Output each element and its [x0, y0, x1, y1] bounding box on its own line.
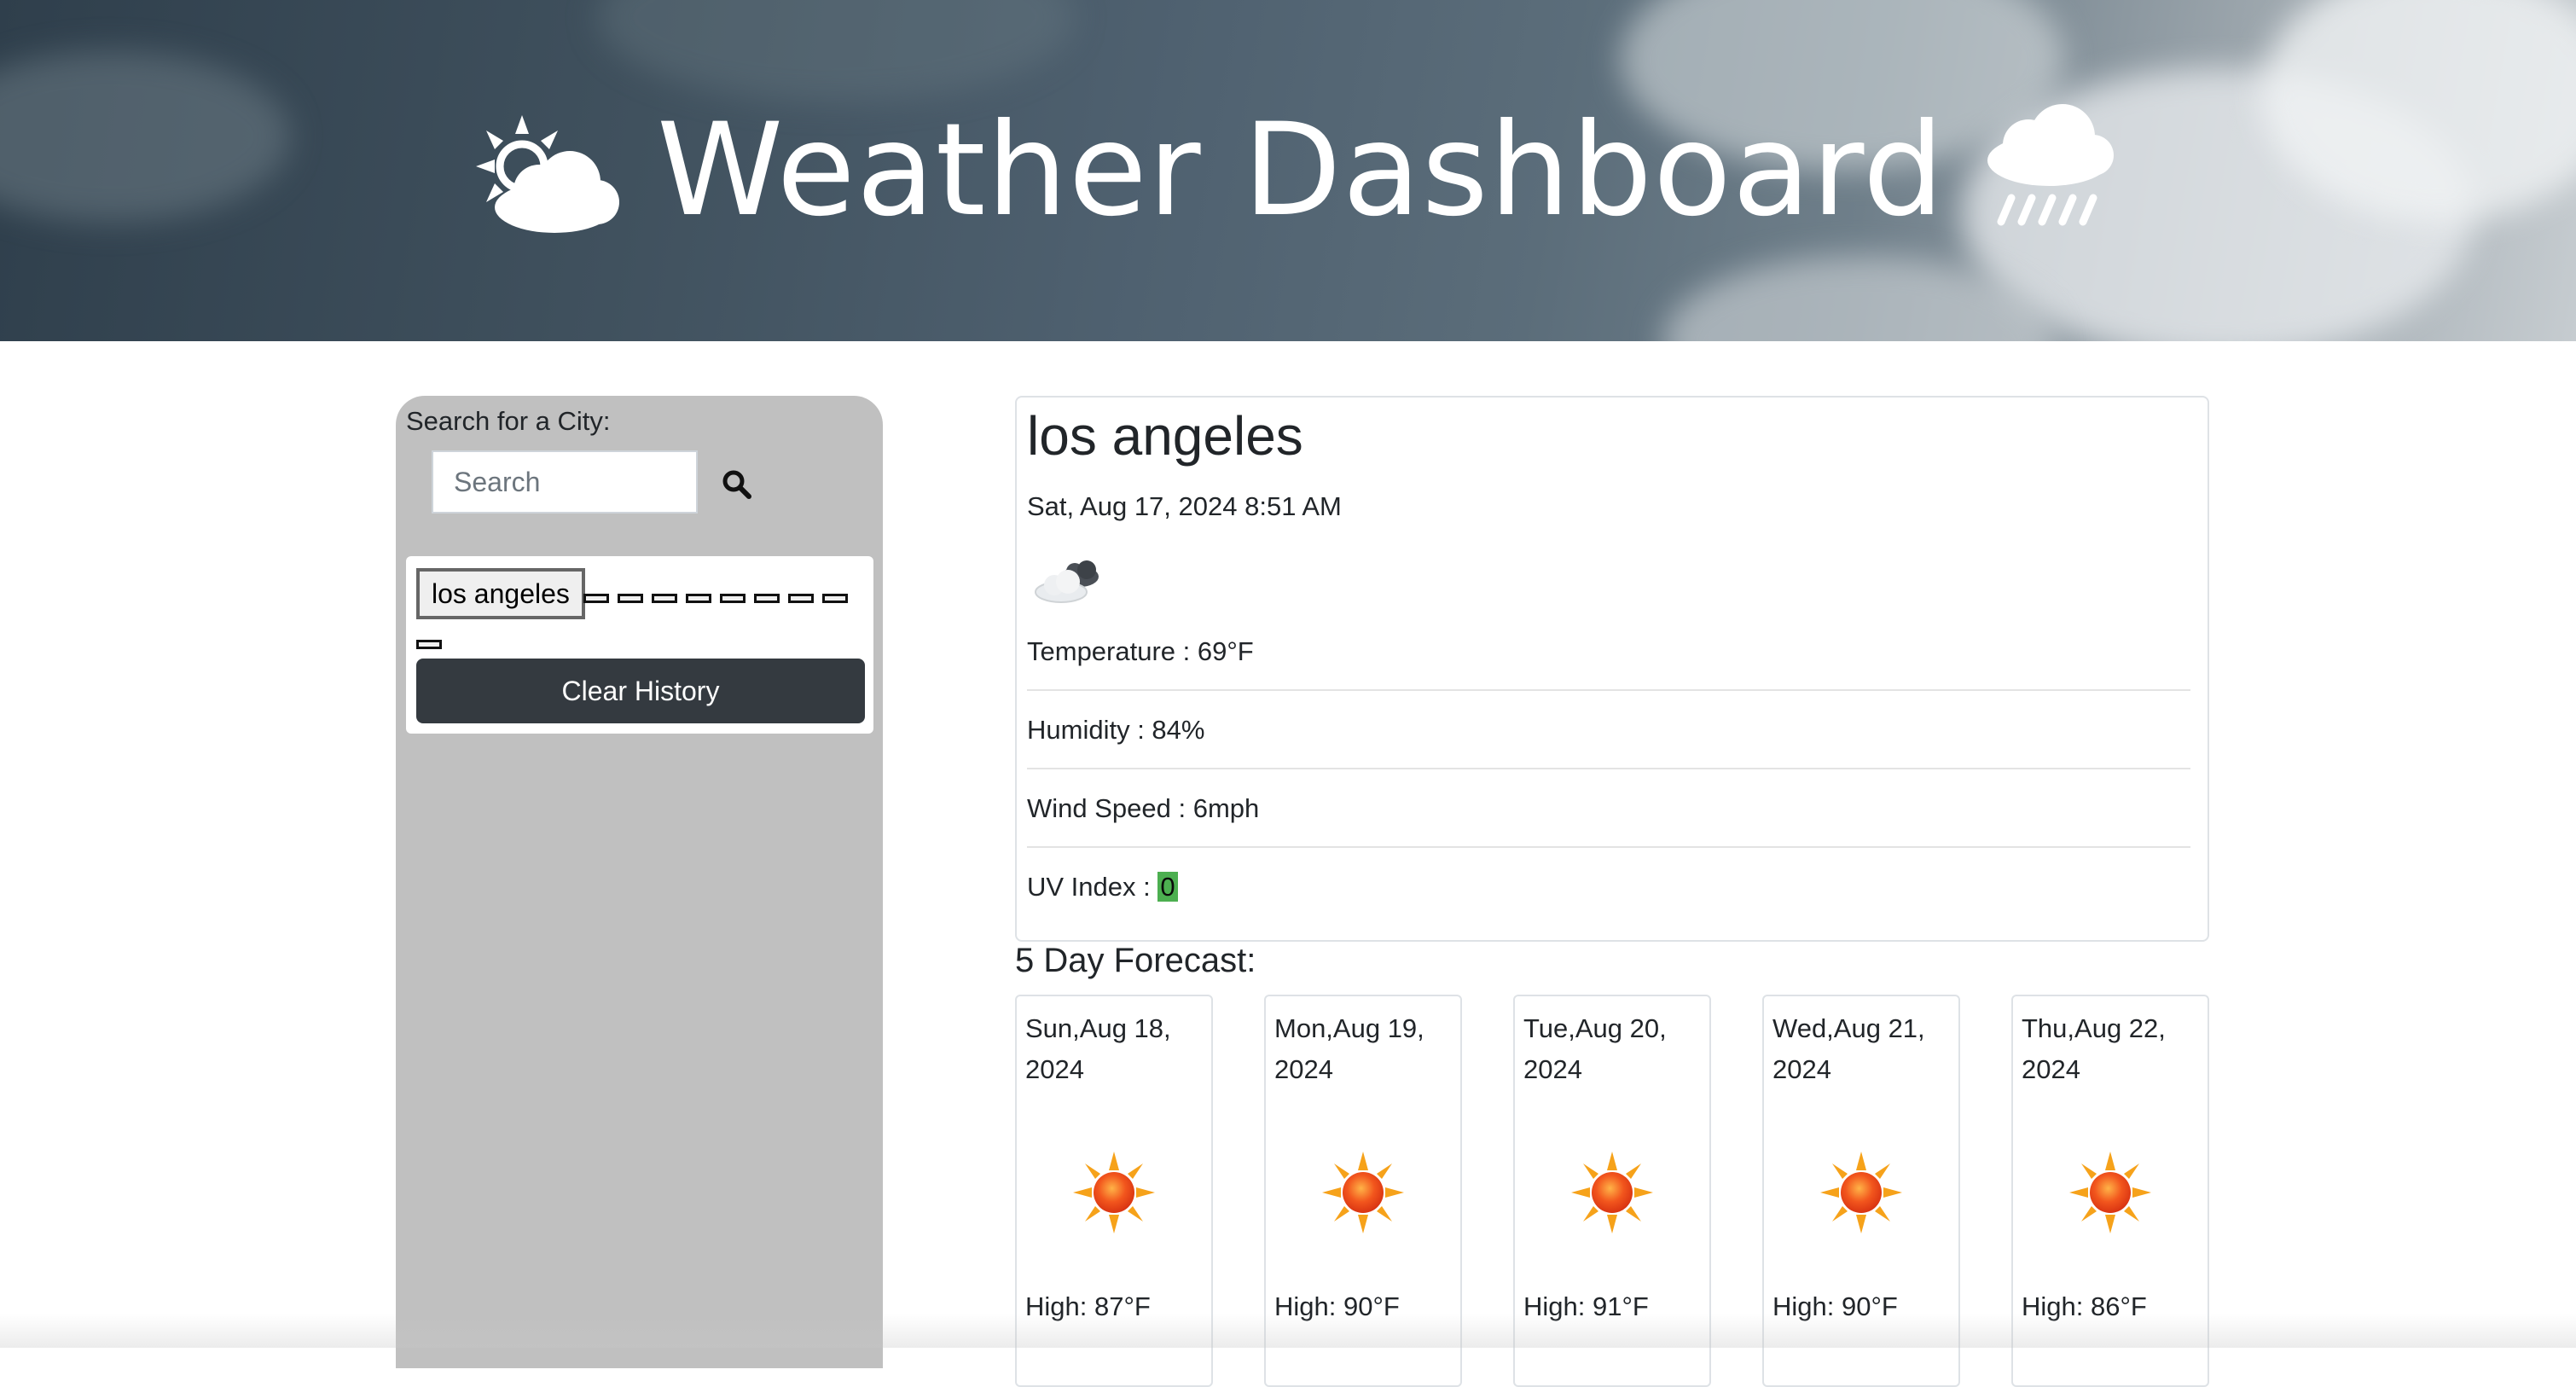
clear-history-button[interactable]: Clear History	[416, 659, 865, 723]
search-label: Search for a City:	[406, 406, 611, 436]
current-datetime: Sat, Aug 17, 2024 8:51 AM	[1027, 491, 1342, 521]
forecast-high: High: 90°F	[1274, 1291, 1400, 1321]
history-empty-button[interactable]	[618, 594, 643, 603]
history-empty-button[interactable]	[686, 594, 711, 603]
history-empty-button[interactable]	[416, 640, 442, 649]
forecast-high: High: 87°F	[1025, 1291, 1151, 1321]
header-title-row: Weather Dashboard	[0, 0, 2576, 341]
history-empty-button[interactable]	[652, 594, 677, 603]
search-icon[interactable]	[720, 467, 754, 502]
current-weather-card: los angeles Sat, Aug 17, 2024 8:51 AM Te…	[1015, 396, 2209, 942]
sun-icon	[1073, 1152, 1155, 1233]
wind-speed-value: Wind Speed : 6mph	[1027, 793, 1260, 823]
sun-icon	[1571, 1152, 1653, 1233]
forecast-card: Thu,Aug 22, 2024 High: 86°F	[2011, 995, 2209, 1387]
search-history: los angeles Clear History	[406, 556, 873, 734]
forecast-high: High: 90°F	[1772, 1291, 1898, 1321]
temperature-value: Temperature : 69°F	[1027, 636, 1254, 666]
forecast-card: Wed,Aug 21, 2024 High: 90°F	[1762, 995, 1960, 1387]
history-empty-button[interactable]	[788, 594, 814, 603]
uv-index-row: UV Index : 0	[1027, 872, 2190, 902]
divider	[1027, 846, 2190, 848]
forecast-date: Wed,Aug 21, 2024	[1772, 1013, 1925, 1084]
history-empty-button[interactable]	[720, 594, 746, 603]
page-title: Weather Dashboard	[656, 96, 1946, 245]
forecast-card: Tue,Aug 20, 2024 High: 91°F	[1513, 995, 1711, 1387]
history-empty-button[interactable]	[822, 594, 848, 603]
uv-index-label: UV Index :	[1027, 872, 1158, 902]
divider	[1027, 768, 2190, 769]
divider	[1027, 689, 2190, 691]
search-input[interactable]	[432, 450, 698, 514]
sun-icon	[2069, 1152, 2151, 1233]
forecast-card: Sun,Aug 18, 2024 High: 87°F	[1015, 995, 1213, 1387]
uv-index-badge: 0	[1157, 872, 1178, 902]
sun-icon	[1820, 1152, 1902, 1233]
forecast-date: Sun,Aug 18, 2024	[1025, 1013, 1171, 1084]
sun-icon	[1322, 1152, 1404, 1233]
history-empty-button[interactable]	[583, 594, 609, 603]
forecast-title: 5 Day Forecast:	[1015, 942, 1256, 979]
sun-behind-cloud-icon	[475, 115, 619, 233]
forecast-high: High: 86°F	[2022, 1291, 2147, 1321]
partly-cloudy-icon	[1035, 560, 1099, 603]
forecast-date: Thu,Aug 22, 2024	[2022, 1013, 2166, 1084]
forecast-date: Mon,Aug 19, 2024	[1274, 1013, 1424, 1084]
forecast-date: Tue,Aug 20, 2024	[1523, 1013, 1667, 1084]
forecast-high: High: 91°F	[1523, 1291, 1649, 1321]
history-empty-button[interactable]	[754, 594, 780, 603]
rain-cloud-icon	[1987, 104, 2115, 226]
history-item-button[interactable]: los angeles	[416, 568, 585, 619]
city-name: los angeles	[1027, 405, 1303, 467]
humidity-value: Humidity : 84%	[1027, 715, 1205, 745]
search-sidebar: Search for a City: los angeles Clear His…	[396, 396, 883, 1368]
forecast-card: Mon,Aug 19, 2024 High: 90°F	[1264, 995, 1462, 1387]
header-banner: Weather Dashboard	[0, 0, 2576, 341]
